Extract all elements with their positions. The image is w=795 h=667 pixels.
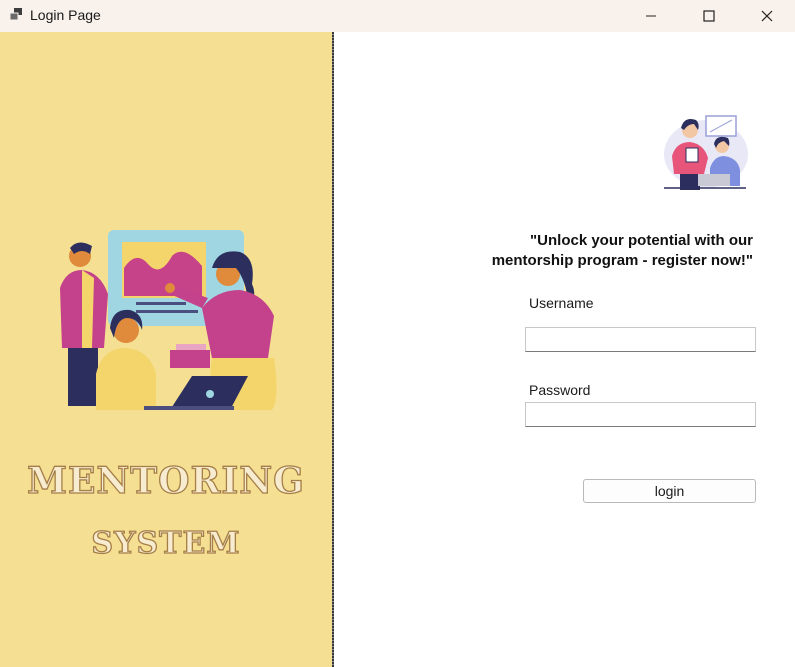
panel-divider [332,32,334,667]
login-button[interactable]: login [583,479,756,503]
close-button[interactable] [744,0,790,32]
password-label: Password [529,382,591,398]
minimize-icon [646,15,656,17]
minimize-button[interactable] [628,0,674,32]
password-input[interactable] [525,402,756,427]
left-brand-panel: MENTORING SYSTEM [0,32,332,667]
maximize-icon [703,10,715,22]
window-title: Login Page [30,7,101,23]
mentor-mentee-illustration [664,115,748,190]
app-window-icon [9,8,22,21]
brand-title-line2: SYSTEM [91,525,241,561]
username-label: Username [529,295,594,311]
tagline: "Unlock your potential with our mentorsh… [491,232,753,269]
team-meeting-illustration [60,230,277,410]
maximize-button[interactable] [686,0,732,32]
username-input[interactable] [525,327,756,352]
title-bar: Login Page [0,0,795,32]
close-icon [761,10,773,22]
brand-title-line1: MENTORING [26,459,305,502]
